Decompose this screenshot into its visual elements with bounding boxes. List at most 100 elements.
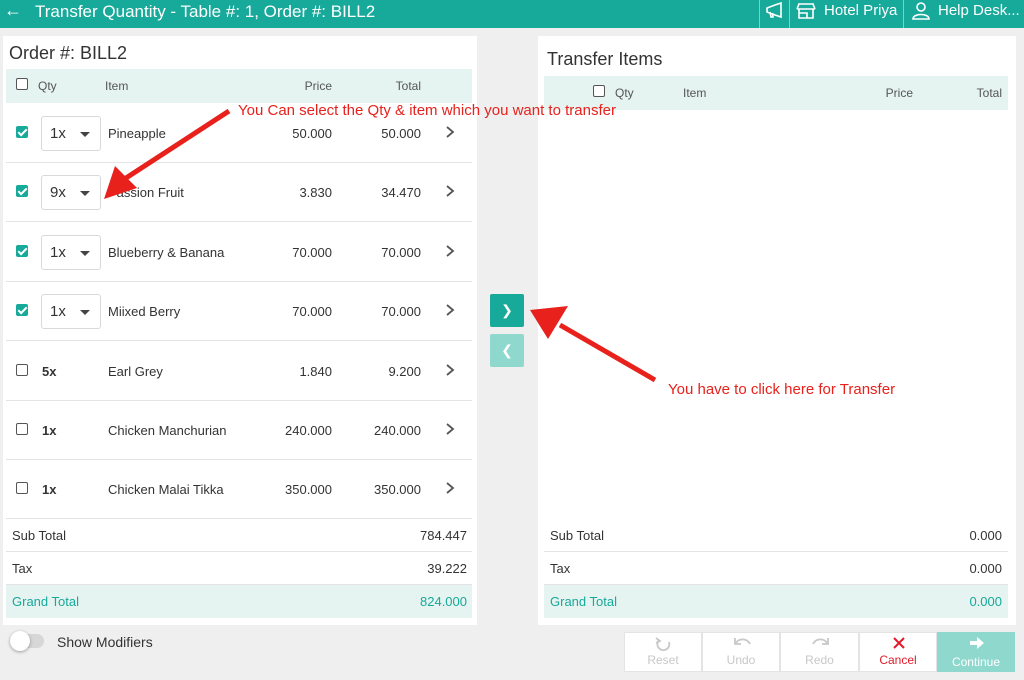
top-bar: ← Transfer Quantity - Table #: 1, Order … [0,0,1024,28]
chevron-right-icon[interactable] [444,480,456,496]
grand-total-value: 0.000 [969,594,1002,609]
qty-select[interactable]: 1x [41,234,101,270]
item-checkbox[interactable] [16,363,28,376]
item-price: 70.000 [292,304,332,320]
item-price: 240.000 [285,423,332,438]
continue-label: Continue [951,655,1001,669]
item-total: 350.000 [374,482,421,498]
qty-value: 1x [50,243,66,261]
qty-select[interactable]: 1x [41,294,101,330]
grand-total-row: Grand Total 0.000 [544,585,1008,618]
tax-label: Tax [12,561,33,576]
item-name: Pineapple [108,126,166,141]
item-checkbox[interactable] [16,185,28,198]
order-title: Order #: BILL2 [9,43,128,63]
undo-label: Undo [726,653,756,667]
tax-row: Tax 0.000 [544,552,1008,585]
tax-label: Tax [550,561,571,576]
item-total: 240.000 [374,423,421,438]
reset-label: Reset [647,653,679,667]
order-table-header: Qty Item Price Total [6,69,472,103]
grand-total-row: Grand Total 824.000 [6,585,472,618]
order-item-row[interactable]: 5x Earl Grey 1.840 9.200 [6,342,472,401]
item-price: 50.000 [292,126,332,141]
item-checkbox[interactable] [16,244,28,257]
chevron-right-icon[interactable] [444,362,456,378]
qty-select[interactable]: 9x [41,175,101,211]
item-column-header: Item [683,86,707,100]
sub-total-label: Sub Total [550,528,604,543]
transfer-items-panel: Transfer Items Qty Item Price Total Sub … [538,36,1016,625]
price-column-header: Price [885,86,913,100]
transfer-hint-annotation: You have to click here for Transfer [668,381,896,398]
item-name: Earl Grey [108,363,163,379]
item-name: Chicken Manchurian [108,423,227,438]
divider [903,0,904,28]
transfer-items-title: Transfer Items [547,49,663,69]
item-checkbox[interactable] [16,423,28,435]
undo-icon [734,638,751,645]
qty-value: 1x [50,303,66,321]
cancel-label: Cancel [879,653,917,667]
sub-total-value: 784.447 [420,528,467,543]
item-name: Chicken Malai Tikka [108,482,224,498]
show-modifiers-label: Show Modifiers [57,634,153,650]
show-modifiers-toggle[interactable] [10,631,44,651]
item-price: 350.000 [285,482,332,498]
qty-column-header: Qty [38,79,57,93]
item-checkbox[interactable] [16,304,28,317]
chevron-right-icon[interactable] [444,421,456,437]
item-name: Blueberry & Banana [108,244,225,260]
tax-value: 39.222 [427,561,467,576]
grand-total-label: Grand Total [12,594,79,609]
continue-button[interactable]: Continue [937,632,1015,672]
caret-down-icon [80,250,90,256]
page-title: Transfer Quantity - Table #: 1, Order #:… [35,2,376,21]
undo-button[interactable]: Undo [702,632,780,672]
transfer-back-button[interactable]: ❮ [490,334,524,367]
megaphone-icon[interactable] [764,2,784,20]
order-item-row[interactable]: 1x Blueberry & Banana 70.000 70.000 [6,223,472,282]
qty-value: 1x [42,482,57,498]
cancel-button[interactable]: Cancel [859,632,937,672]
back-arrow-icon[interactable]: ← [2,0,24,22]
transfer-forward-button[interactable]: ❯ [490,294,524,327]
order-item-row[interactable]: 1x Chicken Manchurian 240.000 240.000 [6,401,472,460]
user-icon [912,2,930,20]
item-column-header: Item [105,79,129,93]
redo-button[interactable]: Redo [780,632,859,672]
grand-total-label: Grand Total [550,594,617,609]
help-desk-link[interactable]: Help Desk... [938,2,1020,19]
reset-icon [655,637,671,651]
divider [789,0,790,28]
divider [759,0,760,28]
item-checkbox[interactable] [16,482,28,495]
hotel-name[interactable]: Hotel Priya [824,2,897,19]
item-price: 70.000 [292,244,332,260]
order-item-row[interactable]: 1x Miixed Berry 70.000 70.000 [6,282,472,342]
chevron-right-icon[interactable] [444,183,456,199]
select-all-transfer-checkbox[interactable] [593,85,605,97]
qty-value: 1x [42,423,57,438]
order-item-row[interactable]: 1x Chicken Malai Tikka 350.000 350.000 [6,460,472,520]
qty-select[interactable]: 1x [41,116,101,151]
redo-label: Redo [805,653,834,667]
chevron-right-icon[interactable] [444,243,456,259]
store-icon [796,3,816,19]
chevron-right-icon[interactable] [444,302,456,318]
price-column-header: Price [304,79,332,93]
arrow-right-icon [970,637,984,649]
item-checkbox[interactable] [16,126,28,138]
item-price: 1.840 [299,363,332,379]
sub-total-value: 0.000 [969,528,1002,543]
select-all-checkbox[interactable] [16,78,28,90]
tax-row: Tax 39.222 [6,552,472,585]
item-total: 70.000 [381,304,421,320]
item-price: 3.830 [299,185,332,201]
order-item-row[interactable]: 9x Passion Fruit 3.830 34.470 [6,163,472,223]
item-name: Passion Fruit [108,185,184,201]
reset-button[interactable]: Reset [624,632,702,672]
item-total: 9.200 [388,363,421,379]
chevron-right-icon[interactable] [444,124,456,140]
total-column-header: Total [395,79,421,93]
